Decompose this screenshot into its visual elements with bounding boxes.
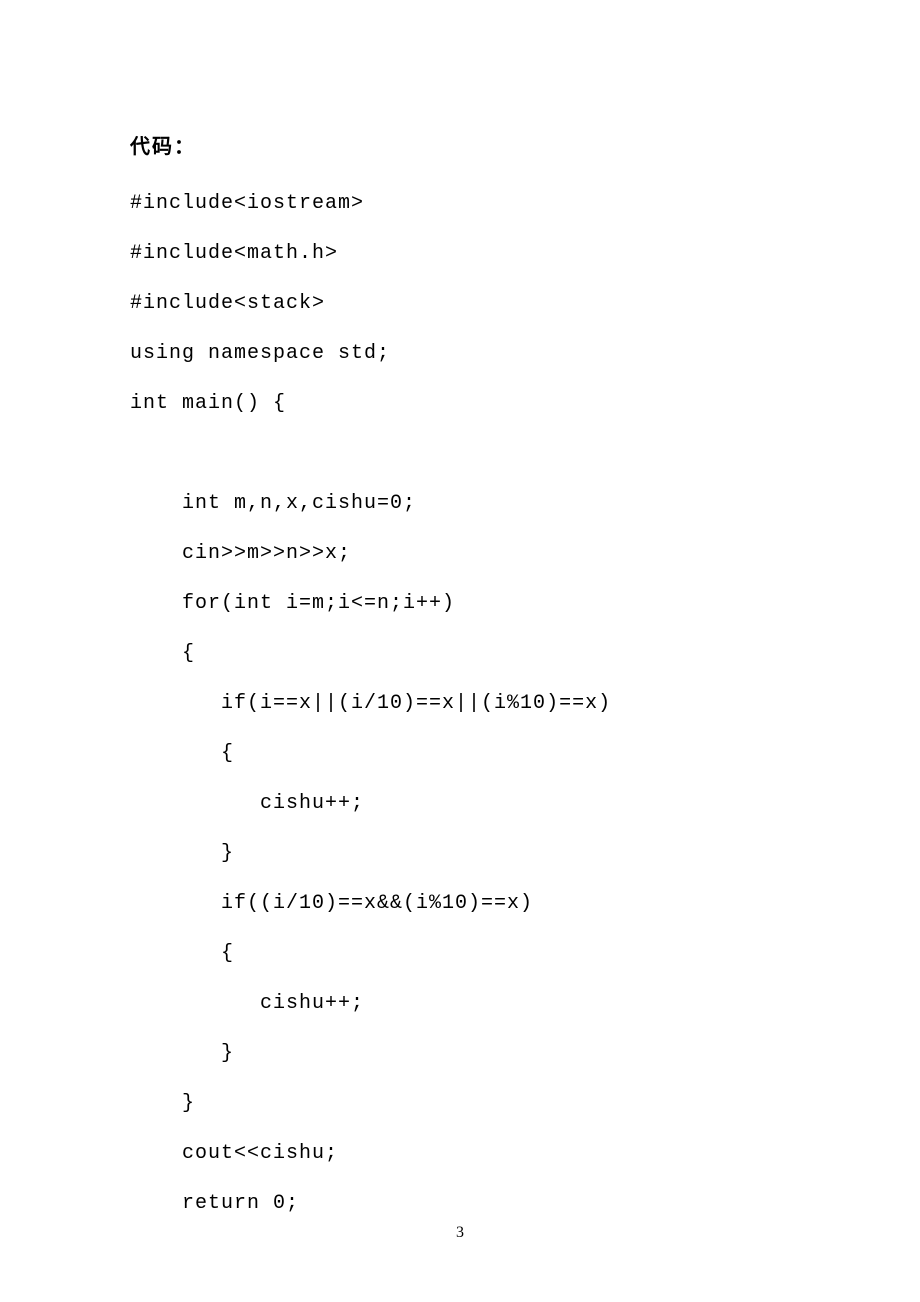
code-line: #include<stack> xyxy=(130,294,790,314)
code-line: } xyxy=(130,1044,790,1064)
code-line: cishu++; xyxy=(130,794,790,814)
code-line: int main() { xyxy=(130,394,790,414)
blank-line xyxy=(130,444,790,494)
code-line: { xyxy=(130,944,790,964)
code-line: cishu++; xyxy=(130,994,790,1014)
code-line: return 0; xyxy=(130,1194,790,1214)
document-page: 代码： #include<iostream>#include<math.h>#i… xyxy=(0,0,920,1302)
code-line: { xyxy=(130,744,790,764)
code-line: if(i==x||(i/10)==x||(i%10)==x) xyxy=(130,694,790,714)
section-heading: 代码： xyxy=(130,130,790,159)
code-line: #include<iostream> xyxy=(130,194,790,214)
code-line: } xyxy=(130,844,790,864)
code-line: #include<math.h> xyxy=(130,244,790,264)
code-line: } xyxy=(130,1094,790,1114)
code-line: using namespace std; xyxy=(130,344,790,364)
code-line: cin>>m>>n>>x; xyxy=(130,544,790,564)
code-line: cout<<cishu; xyxy=(130,1144,790,1164)
code-line: { xyxy=(130,644,790,664)
code-line: if((i/10)==x&&(i%10)==x) xyxy=(130,894,790,914)
page-number: 3 xyxy=(0,1224,920,1242)
code-block: #include<iostream> #include<math.h> #inclu… xyxy=(130,194,790,1214)
code-line: for(int i=m;i<=n;i++) xyxy=(130,594,790,614)
code-line: int m,n,x,cishu=0; xyxy=(130,494,790,514)
